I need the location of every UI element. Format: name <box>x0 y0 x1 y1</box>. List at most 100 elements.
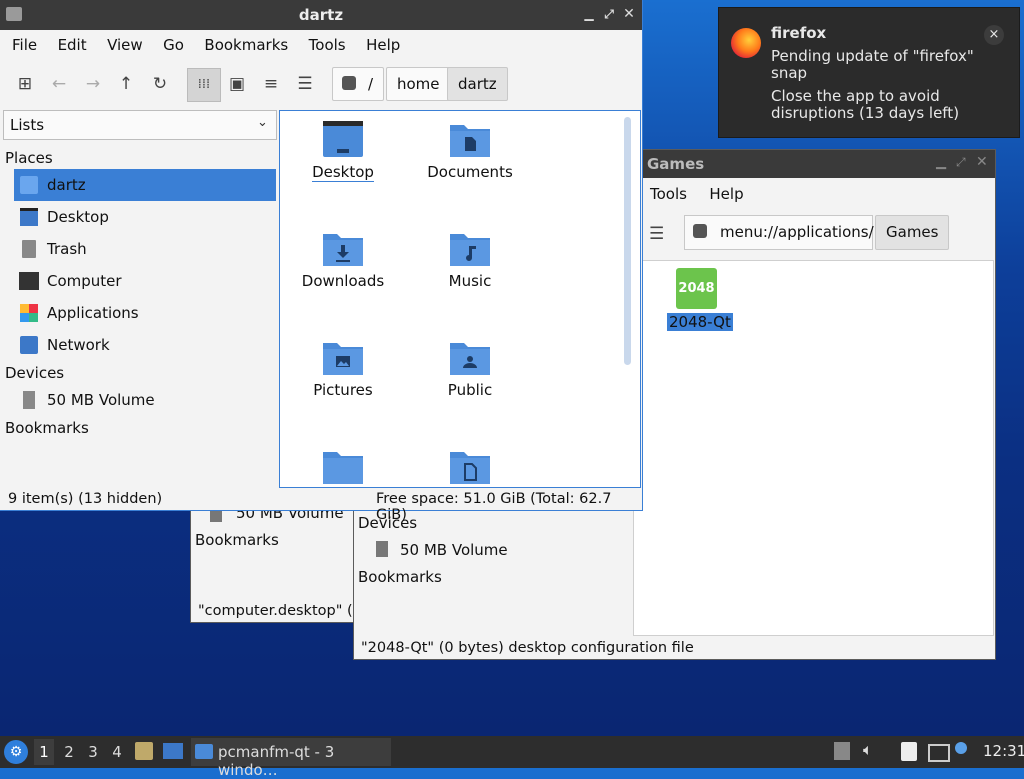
sidebar-item-desktop[interactable]: Desktop <box>14 201 276 233</box>
notification-line-2: snap <box>771 64 808 82</box>
main-file-manager-window[interactable]: dartz ▁ ⤢ ✕ File Edit View Go Bookmarks … <box>0 0 642 523</box>
notification-close-button[interactable]: × <box>984 25 1004 45</box>
drive-icon <box>376 541 388 557</box>
list-view-icon[interactable]: ☰ <box>649 224 664 244</box>
folder-downloads[interactable]: Downloads <box>280 228 406 328</box>
close-icon[interactable]: ✕ <box>622 7 636 21</box>
minimize-icon[interactable]: ▁ <box>936 155 946 170</box>
games-menubar: Tools Help <box>644 180 756 208</box>
eject-icon[interactable] <box>834 742 850 760</box>
computer-icon <box>19 272 39 290</box>
breadcrumb-games[interactable]: Games <box>875 215 950 250</box>
downloads-folder-icon <box>323 234 363 266</box>
close-icon[interactable]: ✕ <box>976 154 988 170</box>
home-folder-icon <box>20 176 38 194</box>
menu-tools[interactable]: Tools <box>301 31 354 59</box>
compact-view-icon[interactable]: ≡ <box>257 70 285 98</box>
minimize-icon[interactable]: ▁ <box>582 7 596 21</box>
workspace-4[interactable]: 4 <box>107 739 127 765</box>
music-folder-icon <box>450 234 490 266</box>
side-pane-select[interactable]: Lists ⌄ <box>3 110 277 140</box>
task-label: pcmanfm-qt - 3 windo… <box>218 743 335 779</box>
menubar: File Edit View Go Bookmarks Tools Help <box>0 31 642 59</box>
public-folder-icon <box>450 343 490 375</box>
new-tab-icon[interactable]: ⊞ <box>11 70 39 98</box>
up-arrow-icon[interactable]: ↑ <box>112 70 140 98</box>
notification-line-1: Pending update of "firefox" <box>771 47 974 65</box>
bookmarks-heading: Bookmarks <box>5 419 89 437</box>
breadcrumb-dartz[interactable]: dartz <box>447 67 508 101</box>
select-value: Lists <box>10 116 45 134</box>
clipboard-icon[interactable] <box>901 742 917 761</box>
thumbnail-view-icon[interactable]: ▣ <box>223 70 251 98</box>
trash-icon <box>22 240 36 258</box>
menu-bookmarks[interactable]: Bookmarks <box>196 31 296 59</box>
main-titlebar[interactable]: dartz ▁ ⤢ ✕ <box>0 0 642 30</box>
folder-public[interactable]: Public <box>407 337 533 437</box>
folder-desktop[interactable]: Desktop <box>280 119 406 219</box>
update-notifier-icon[interactable] <box>955 742 967 754</box>
taskbar: ⚙ 1 2 3 4 pcmanfm-qt - 3 windo… 🔈︎ 12:31 <box>0 736 1024 779</box>
sidebar-item-label: Computer <box>47 272 122 290</box>
folder-music[interactable]: Music <box>407 228 533 328</box>
pictures-folder-icon <box>323 343 363 375</box>
desktop-folder-icon <box>323 121 363 157</box>
sidebar-item-label: Network <box>47 336 110 354</box>
file-view[interactable]: 2048 2048-Qt <box>633 260 994 636</box>
sidebar-item-volume[interactable]: 50 MB Volume <box>14 384 276 416</box>
folder-documents[interactable]: Documents <box>407 119 533 219</box>
file-manager-launcher-icon[interactable] <box>135 742 153 760</box>
status-text: "computer.desktop" (96 <box>198 603 368 619</box>
forward-arrow-icon[interactable]: → <box>79 70 107 98</box>
breadcrumb-home[interactable]: home <box>386 67 451 101</box>
sidebar-item-applications[interactable]: Applications <box>14 297 276 329</box>
menu-tools[interactable]: Tools <box>644 180 693 208</box>
workspace-3[interactable]: 3 <box>83 739 103 765</box>
network-status-icon[interactable] <box>928 744 950 762</box>
maximize-icon[interactable]: ⤢ <box>602 7 616 21</box>
detailed-view-icon[interactable]: ☰ <box>291 70 319 98</box>
status-free-space: Free space: 51.0 GiB (Total: 62.7 GiB) <box>376 491 612 523</box>
menu-file[interactable]: File <box>4 31 45 59</box>
notification-line-4: disruptions (13 days left) <box>771 104 960 122</box>
app-2048-label[interactable]: 2048-Qt <box>667 313 733 331</box>
sidebar-item-computer[interactable]: Computer <box>14 265 276 297</box>
workspace-2[interactable]: 2 <box>59 739 79 765</box>
folder-pictures[interactable]: Pictures <box>280 337 406 437</box>
sidebar-item-network[interactable]: Network <box>14 329 276 361</box>
app-2048-icon[interactable]: 2048 <box>676 268 717 309</box>
clock[interactable]: 12:31 <box>983 742 1024 760</box>
show-desktop-icon[interactable] <box>163 743 183 759</box>
folder-partial[interactable] <box>280 446 406 487</box>
volume-icon[interactable]: 🔈︎ <box>863 740 873 760</box>
icon-view-icon[interactable]: ⁞⁞⁞ <box>187 68 221 102</box>
breadcrumb-root[interactable]: / <box>332 67 384 101</box>
sidebar-item-label: Desktop <box>47 208 109 226</box>
device-label[interactable]: 50 MB Volume <box>400 541 508 559</box>
vertical-scrollbar[interactable] <box>624 117 631 365</box>
menu-edit[interactable]: Edit <box>50 31 95 59</box>
places-heading: Places <box>5 149 53 167</box>
maximize-icon[interactable]: ⤢ <box>956 155 966 170</box>
sidebar-item-dartz[interactable]: dartz <box>14 169 276 201</box>
notification-popup[interactable]: firefox × Pending update of "firefox" sn… <box>718 7 1020 138</box>
file-view[interactable]: Desktop Documents Downloads Music Pictur… <box>279 110 641 488</box>
task-pcmanfm[interactable]: pcmanfm-qt - 3 windo… <box>191 738 391 779</box>
back-arrow-icon[interactable]: ← <box>45 70 73 98</box>
menu-help[interactable]: Help <box>697 180 755 208</box>
menu-view[interactable]: View <box>99 31 151 59</box>
sidebar-item-label: Trash <box>47 240 87 258</box>
documents-folder-icon <box>450 125 490 157</box>
menu-help[interactable]: Help <box>358 31 408 59</box>
folder-templates[interactable] <box>407 446 533 487</box>
templates-folder-icon <box>450 452 490 484</box>
path-bar[interactable]: menu://applications/ <box>684 215 874 250</box>
sidebar-item-trash[interactable]: Trash <box>14 233 276 265</box>
workspace-1[interactable]: 1 <box>34 739 54 765</box>
sidebar-item-label: dartz <box>47 176 86 194</box>
file-name: Public <box>447 381 493 399</box>
reload-icon[interactable]: ↻ <box>146 70 174 98</box>
menu-go[interactable]: Go <box>155 31 192 59</box>
start-menu-icon[interactable]: ⚙ <box>4 740 28 764</box>
window-title: dartz <box>298 6 344 24</box>
